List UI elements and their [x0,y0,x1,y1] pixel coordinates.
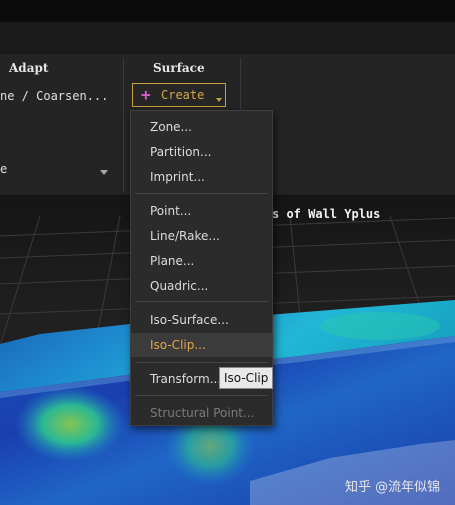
menu-item-partition[interactable]: Partition... [131,140,272,164]
menu-item-zone[interactable]: Zone... [131,115,272,139]
menu-separator [135,301,268,302]
viewport-title: s of Wall Yplus [272,207,381,221]
menu-item-quadric[interactable]: Quadric... [131,274,272,298]
menu-item-imprint[interactable]: Imprint... [131,165,272,189]
menu-separator [135,193,268,194]
title-bar [0,0,455,22]
chevron-down-icon[interactable] [216,98,222,102]
chevron-down-icon[interactable] [100,170,108,175]
adapt-dropdown-label[interactable]: e [0,162,7,176]
menu-item-line-rake[interactable]: Line/Rake... [131,224,272,248]
surface-group-title: Surface [153,61,205,75]
menu-separator [135,362,268,363]
menu-item-plane[interactable]: Plane... [131,249,272,273]
refine-coarsen-button[interactable]: ne / Coarsen... [0,89,108,103]
menu-item-iso-surface[interactable]: Iso-Surface... [131,308,272,332]
plus-icon: + [141,85,151,104]
menu-separator [135,395,268,396]
iso-clip-tooltip: Iso-Clip [219,367,274,389]
menu-item-iso-clip[interactable]: Iso-Clip... [131,333,272,357]
menu-item-point[interactable]: Point... [131,199,272,223]
ribbon-separator [123,58,124,192]
menu-item-structural-point: Structural Point... [150,406,255,420]
create-surface-button[interactable]: + Create [132,83,226,107]
create-button-label: Create [161,88,205,102]
watermark: 知乎 @流年似锦 [345,480,441,495]
tab-strip [0,22,455,54]
adapt-group-title: Adapt [9,61,49,75]
